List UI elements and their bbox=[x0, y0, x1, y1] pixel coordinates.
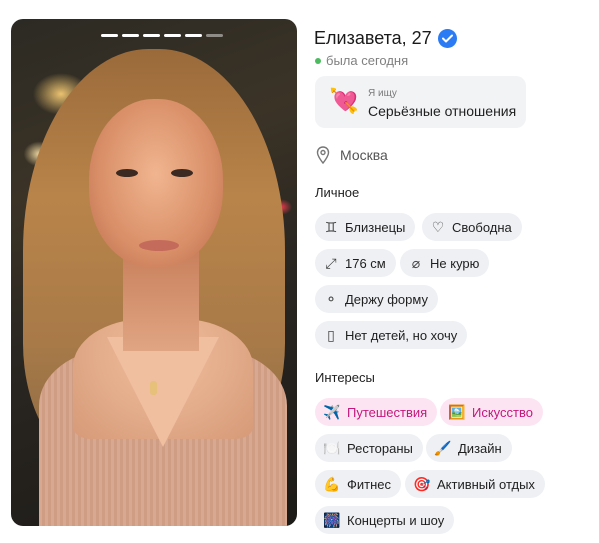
location-pin-icon bbox=[316, 146, 330, 164]
chip-label: Рестораны bbox=[347, 440, 413, 456]
heart-icon: ♡ bbox=[431, 219, 445, 235]
chip-fitness-interest[interactable]: 💪 Фитнес bbox=[315, 470, 402, 498]
name-row: Елизавета, 27 bbox=[314, 28, 457, 49]
chip-label: Свободна bbox=[452, 219, 512, 235]
interests-section-title: Интересы bbox=[315, 370, 375, 385]
personal-section-title: Личное bbox=[315, 185, 360, 200]
chip-label: Не курю bbox=[430, 255, 480, 271]
brush-icon: 🖌️ bbox=[434, 440, 452, 456]
chip-label: Близнецы bbox=[345, 219, 406, 235]
city: Москва bbox=[316, 146, 388, 164]
verified-icon bbox=[437, 29, 457, 48]
chip-label: 176 см bbox=[345, 255, 386, 271]
chip-restaurants[interactable]: 🍽️ Рестораны bbox=[315, 434, 423, 462]
heart-arrow-icon: 💘 bbox=[329, 88, 359, 115]
chip-smoking[interactable]: ⌀ Не курю bbox=[400, 249, 490, 277]
profile-card: Елизавета, 27 была сегодня 💘 Я ищу Серьё… bbox=[0, 0, 600, 544]
status-text: была сегодня bbox=[326, 53, 409, 68]
photo-progress-indicator bbox=[101, 34, 223, 37]
story-segment[interactable] bbox=[101, 34, 118, 37]
chip-label: Дизайн bbox=[458, 440, 502, 456]
photo-lips bbox=[139, 240, 179, 251]
fireworks-icon: 🎆 bbox=[323, 512, 341, 528]
online-dot-icon bbox=[315, 57, 321, 64]
chip-travel[interactable]: ✈️ Путешествия bbox=[315, 398, 438, 426]
chip-art[interactable]: 🖼️ Искусство bbox=[440, 398, 543, 426]
chip-relationship[interactable]: ♡ Свободна bbox=[422, 213, 522, 241]
seeking-block: 💘 Я ищу Серьёзные отношения bbox=[315, 76, 526, 128]
photo-neckline bbox=[107, 337, 219, 447]
chip-label: Концерты и шоу bbox=[347, 512, 445, 528]
online-status: была сегодня bbox=[315, 53, 408, 68]
dumbbell-icon: ⚬ bbox=[325, 291, 337, 307]
photo-eye-left bbox=[116, 169, 138, 177]
photo-eye-right bbox=[171, 169, 193, 177]
target-icon: 🎯 bbox=[413, 476, 431, 492]
seeking-value: Серьёзные отношения bbox=[368, 103, 517, 119]
profile-photo[interactable] bbox=[11, 19, 297, 526]
chip-active-rest[interactable]: 🎯 Активный отдых bbox=[405, 470, 545, 498]
photo-pendant bbox=[150, 381, 157, 395]
baby-bottle-icon: ▯ bbox=[327, 327, 335, 343]
chip-label: Искусство bbox=[472, 404, 533, 420]
story-segment[interactable] bbox=[164, 34, 181, 37]
chip-concerts[interactable]: 🎆 Концерты и шоу bbox=[315, 506, 455, 534]
story-segment[interactable] bbox=[122, 34, 139, 37]
seeking-label: Я ищу bbox=[368, 88, 397, 99]
chip-label: Нет детей, но хочу bbox=[345, 327, 458, 343]
profile-name: Елизавета, 27 bbox=[314, 28, 432, 48]
story-segment[interactable] bbox=[185, 34, 202, 37]
city-name: Москва bbox=[340, 147, 388, 163]
chip-children[interactable]: ▯ Нет детей, но хочу bbox=[315, 321, 468, 349]
biceps-icon: 💪 bbox=[323, 476, 341, 492]
story-segment[interactable] bbox=[206, 34, 223, 37]
fork-knife-icon: 🍽️ bbox=[323, 440, 341, 456]
chip-label: Активный отдых bbox=[437, 476, 535, 492]
chip-label: Фитнес bbox=[347, 476, 392, 492]
chip-fitness[interactable]: ⚬ Держу форму bbox=[315, 285, 438, 313]
chip-height[interactable]: ⤢ 176 см bbox=[315, 249, 396, 277]
chip-design[interactable]: 🖌️ Дизайн bbox=[426, 434, 512, 462]
chip-label: Путешествия bbox=[347, 404, 428, 420]
gemini-icon: ♊ bbox=[324, 219, 338, 235]
chip-label: Держу форму bbox=[345, 291, 428, 307]
picture-icon: 🖼️ bbox=[448, 404, 466, 420]
airplane-icon: ✈️ bbox=[323, 404, 341, 420]
story-segment[interactable] bbox=[143, 34, 160, 37]
chip-zodiac[interactable]: ♊ Близнецы bbox=[315, 213, 416, 241]
no-smoking-icon: ⌀ bbox=[411, 255, 421, 271]
height-icon: ⤢ bbox=[325, 255, 337, 271]
